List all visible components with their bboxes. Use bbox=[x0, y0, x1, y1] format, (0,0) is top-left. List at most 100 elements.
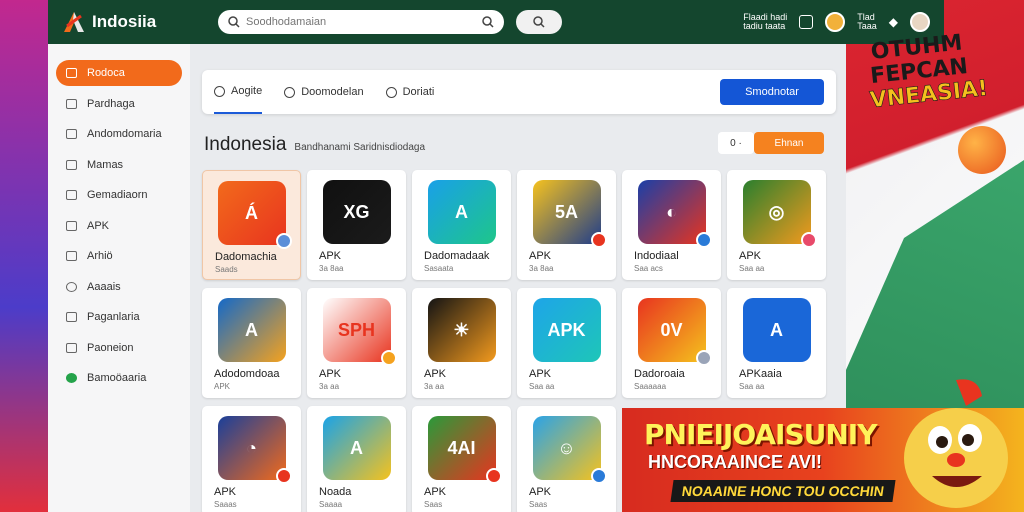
app-card[interactable]: Á Dadomachia Saads bbox=[202, 170, 301, 280]
app-meta: Saaas bbox=[214, 500, 237, 509]
app-icon: ◔ bbox=[217, 416, 292, 484]
sidebar-item-whatsapp[interactable]: Bamoöaaria bbox=[56, 365, 182, 391]
info-icon bbox=[66, 281, 77, 292]
app-card[interactable]: ◐ Indodiaal Saa acs bbox=[622, 170, 721, 280]
app-icon: ☺ bbox=[532, 416, 607, 484]
sidebar-item-phone[interactable]: Paoneion bbox=[56, 335, 182, 361]
tab-aogite[interactable]: Aogite bbox=[214, 70, 263, 114]
app-icon: A bbox=[427, 180, 496, 244]
sidebar-item-label: Pardhaga bbox=[87, 97, 135, 110]
app-icon: XG bbox=[322, 180, 391, 244]
app-card[interactable]: A APKaaia Saa aa bbox=[727, 288, 826, 398]
phone-icon bbox=[66, 342, 77, 353]
page-icon bbox=[66, 312, 77, 322]
app-name: APK bbox=[529, 486, 552, 498]
sidebar-item-label: Andomdomaria bbox=[87, 128, 162, 140]
app-card[interactable]: 4AI APK Saas bbox=[412, 406, 511, 512]
promo-headline: PNIEIJOAISUNIY bbox=[644, 418, 878, 451]
tab-icon bbox=[214, 85, 225, 97]
sidebar-item-pardhaga[interactable]: Pardhaga bbox=[56, 91, 182, 117]
search-input[interactable] bbox=[246, 16, 476, 28]
diamond-icon[interactable]: ◆ bbox=[889, 15, 898, 29]
tab-label: Aogite bbox=[231, 85, 263, 97]
top-link-account[interactable]: Flaadi hadi tadiu taata bbox=[743, 13, 787, 31]
app-meta: Saa aa bbox=[739, 382, 765, 391]
tab-label: Doriati bbox=[402, 86, 435, 98]
sidebar-item-apps[interactable]: Andomdomaria bbox=[56, 121, 182, 147]
qr-icon[interactable] bbox=[799, 15, 814, 29]
sidebar-item-mamas[interactable]: Mamas bbox=[56, 152, 182, 178]
app-card[interactable]: SPH APK 3a aa bbox=[307, 288, 406, 398]
app-card[interactable]: 5A APK 3a 8aa bbox=[517, 170, 616, 280]
sidebar-item-pages[interactable]: Paganlaria bbox=[56, 304, 182, 330]
section-title: Indonesia bbox=[204, 134, 287, 155]
app-card[interactable]: A Adodomdoaa APK bbox=[202, 288, 301, 398]
verified-badge-icon bbox=[695, 232, 712, 248]
tab-icon bbox=[385, 86, 397, 98]
sidebar-item-games[interactable]: Gemadiaorn bbox=[56, 182, 182, 208]
sidebar-item-archive[interactable]: Arhiö bbox=[56, 243, 182, 269]
tab-icon bbox=[284, 86, 296, 98]
app-meta: 3a 8aa bbox=[319, 264, 344, 273]
sidebar: Rodoca Pardhaga Andomdomaria Mamas Gemad… bbox=[48, 44, 190, 512]
top-bar: Indosiia Flaadi hadi tadiu taata Tlad Ta… bbox=[48, 0, 944, 44]
tab-doomodelan[interactable]: Doomodelan bbox=[284, 70, 364, 114]
app-icon: SPH bbox=[322, 298, 397, 366]
game-icon bbox=[66, 190, 77, 200]
search-icon bbox=[533, 16, 545, 28]
archive-icon bbox=[66, 251, 77, 261]
app-card[interactable]: ◎ APK Saa aa bbox=[727, 170, 826, 280]
decorative-ball bbox=[958, 126, 1006, 174]
app-card[interactable]: ◔ APK Saaas bbox=[202, 406, 301, 512]
avatar[interactable] bbox=[825, 12, 846, 32]
app-meta: 3a 8aa bbox=[529, 264, 554, 273]
app-card[interactable]: ☀ APK 3a aa bbox=[412, 288, 511, 398]
app-card[interactable]: XG APK 3a 8aa bbox=[307, 170, 406, 280]
brand-name: Indosiia bbox=[92, 12, 157, 31]
app-card[interactable]: APK APK Saa aa bbox=[517, 288, 616, 398]
app-icon: APK bbox=[532, 298, 601, 362]
app-name: APK bbox=[424, 486, 447, 498]
app-name: APKaaia bbox=[739, 368, 782, 380]
search-icon[interactable] bbox=[482, 16, 494, 28]
brand-logo[interactable]: Indosiia bbox=[62, 10, 202, 34]
top-link-line2: Taaa bbox=[857, 21, 877, 31]
top-right-actions: Flaadi hadi tadiu taata Tlad Taaa ◆ bbox=[743, 12, 930, 32]
profile-avatar[interactable] bbox=[910, 12, 930, 32]
app-name: APK bbox=[319, 368, 342, 380]
sidebar-item-home[interactable]: Rodoca bbox=[56, 60, 182, 86]
verified-badge-icon bbox=[695, 350, 712, 366]
app-name: APK bbox=[529, 368, 552, 380]
tab-doriati[interactable]: Doriati bbox=[385, 70, 435, 114]
filter-dropdown[interactable]: 0 · bbox=[718, 132, 754, 154]
app-meta: Saas bbox=[529, 500, 548, 509]
grid-icon bbox=[66, 98, 77, 109]
sidebar-item-info[interactable]: Aaaais bbox=[56, 274, 182, 300]
app-icon: Á bbox=[217, 181, 292, 249]
app-meta: Saa aa bbox=[739, 264, 765, 273]
search-button[interactable] bbox=[516, 10, 562, 34]
sidebar-item-label: Mamas bbox=[87, 158, 124, 171]
app-icon: 5A bbox=[532, 180, 607, 248]
whatsapp-icon bbox=[66, 373, 77, 383]
app-card[interactable]: ☺ APK Saas bbox=[517, 406, 616, 512]
app-name: APK bbox=[424, 368, 447, 380]
primary-action-button[interactable]: Smodnotar bbox=[720, 79, 824, 105]
search-bar[interactable] bbox=[218, 10, 504, 34]
app-meta: Saaaaaa bbox=[634, 382, 667, 391]
sidebar-item-apk[interactable]: APK bbox=[56, 213, 182, 239]
app-meta: 3a aa bbox=[319, 382, 340, 391]
tab-bar: Aogite Doomodelan Doriati Smodnotar bbox=[202, 70, 836, 114]
verified-badge-icon bbox=[590, 468, 607, 484]
app-name: Dadomadaak bbox=[424, 250, 490, 262]
app-card[interactable]: A Dadomadaak Sasaata bbox=[412, 170, 511, 280]
section-action-button[interactable]: Ehnan bbox=[754, 132, 824, 154]
search-icon bbox=[228, 16, 240, 28]
app-card[interactable]: A Noada Saaaa bbox=[307, 406, 406, 512]
app-card[interactable]: 0V Dadoroaia Saaaaaa bbox=[622, 288, 721, 398]
sidebar-item-label: Rodoca bbox=[87, 67, 125, 79]
top-link-menu[interactable]: Tlad Taaa bbox=[857, 13, 877, 31]
apps-icon bbox=[66, 129, 77, 139]
chart-icon bbox=[66, 159, 77, 170]
verified-badge-icon bbox=[800, 232, 817, 248]
